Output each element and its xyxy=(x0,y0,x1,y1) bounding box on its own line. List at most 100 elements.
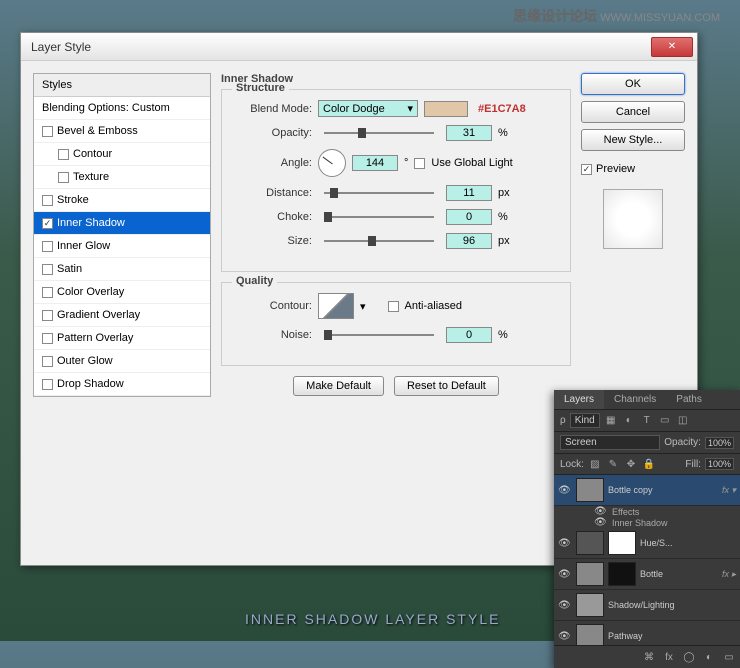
chevron-down-icon[interactable]: ▾ xyxy=(360,300,366,313)
checkbox[interactable] xyxy=(42,379,53,390)
fx-badge[interactable]: fx ▸ xyxy=(722,569,736,580)
layer-row[interactable]: 👁 Hue/S... xyxy=(554,528,740,559)
styles-header[interactable]: Styles xyxy=(34,74,210,97)
filter-adjust-icon[interactable]: ◐ xyxy=(622,414,636,428)
mask-thumbnail[interactable] xyxy=(608,562,636,586)
checkbox[interactable] xyxy=(42,195,53,206)
effect-inner-shadow[interactable]: 👁Inner Shadow xyxy=(554,517,740,528)
effects-label[interactable]: 👁Effects xyxy=(554,506,740,517)
tab-channels[interactable]: Channels xyxy=(604,390,666,409)
tab-paths[interactable]: Paths xyxy=(666,390,712,409)
style-contour[interactable]: Contour xyxy=(34,143,210,166)
antialias-checkbox[interactable] xyxy=(388,301,399,312)
ok-button[interactable]: OK xyxy=(581,73,685,95)
layer-row[interactable]: 👁 Pathway xyxy=(554,621,740,645)
reset-default-button[interactable]: Reset to Default xyxy=(394,376,499,396)
checkbox[interactable] xyxy=(58,149,69,160)
titlebar[interactable]: Layer Style ✕ xyxy=(21,33,697,61)
choke-input[interactable]: 0 xyxy=(446,209,492,225)
filter-pixel-icon[interactable]: ▦ xyxy=(604,414,618,428)
blend-mode-select[interactable]: Color Dodge▾ xyxy=(318,100,418,117)
tab-layers[interactable]: Layers xyxy=(554,390,604,409)
style-bevel[interactable]: Bevel & Emboss xyxy=(34,120,210,143)
fx-badge[interactable]: fx ▾ xyxy=(722,485,736,496)
mask-thumbnail[interactable] xyxy=(608,531,636,555)
style-gradient-overlay[interactable]: Gradient Overlay xyxy=(34,304,210,327)
filter-smart-icon[interactable]: ◫ xyxy=(676,414,690,428)
visibility-icon[interactable]: 👁 xyxy=(558,569,572,580)
visibility-icon[interactable]: 👁 xyxy=(558,631,572,642)
dialog-title: Layer Style xyxy=(31,40,651,54)
blending-options[interactable]: Blending Options: Custom xyxy=(34,97,210,120)
style-stroke[interactable]: Stroke xyxy=(34,189,210,212)
chevron-down-icon: ▾ xyxy=(407,102,413,115)
kind-label: ρ xyxy=(560,415,566,426)
noise-slider[interactable] xyxy=(324,334,434,336)
link-icon[interactable]: ⌘ xyxy=(642,650,656,664)
fx-icon[interactable]: fx xyxy=(662,650,676,664)
new-style-button[interactable]: New Style... xyxy=(581,129,685,151)
visibility-icon[interactable]: 👁 xyxy=(558,600,572,611)
distance-input[interactable]: 11 xyxy=(446,185,492,201)
style-color-overlay[interactable]: Color Overlay xyxy=(34,281,210,304)
style-pattern-overlay[interactable]: Pattern Overlay xyxy=(34,327,210,350)
global-light-checkbox[interactable] xyxy=(414,158,425,169)
noise-input[interactable]: 0 xyxy=(446,327,492,343)
contour-picker[interactable] xyxy=(318,293,354,319)
kind-select[interactable]: Kind xyxy=(570,413,600,428)
folder-icon[interactable]: ▭ xyxy=(722,650,736,664)
opacity-input[interactable]: 31 xyxy=(446,125,492,141)
lock-paint-icon[interactable]: ✎ xyxy=(606,457,620,471)
checkbox[interactable] xyxy=(42,218,53,229)
lock-position-icon[interactable]: ✥ xyxy=(624,457,638,471)
fill-value[interactable]: 100% xyxy=(705,458,734,470)
checkbox[interactable] xyxy=(42,333,53,344)
style-inner-glow[interactable]: Inner Glow xyxy=(34,235,210,258)
lock-transparency-icon[interactable]: ▨ xyxy=(588,457,602,471)
checkbox[interactable] xyxy=(42,356,53,367)
opacity-value[interactable]: 100% xyxy=(705,437,734,449)
size-slider[interactable] xyxy=(324,240,434,242)
styles-list: Styles Blending Options: Custom Bevel & … xyxy=(33,73,211,397)
layer-thumbnail[interactable] xyxy=(576,478,604,502)
layer-thumbnail[interactable] xyxy=(576,593,604,617)
size-input[interactable]: 96 xyxy=(446,233,492,249)
checkbox[interactable] xyxy=(42,264,53,275)
preview-thumbnail xyxy=(603,189,663,249)
style-drop-shadow[interactable]: Drop Shadow xyxy=(34,373,210,396)
style-satin[interactable]: Satin xyxy=(34,258,210,281)
checkbox[interactable] xyxy=(42,126,53,137)
filter-type-icon[interactable]: T xyxy=(640,414,654,428)
cancel-button[interactable]: Cancel xyxy=(581,101,685,123)
layer-row[interactable]: 👁 Bottle copy fx ▾ xyxy=(554,475,740,506)
adjust-icon[interactable]: ◐ xyxy=(702,650,716,664)
adjustment-thumbnail[interactable] xyxy=(576,531,604,555)
style-texture[interactable]: Texture xyxy=(34,166,210,189)
blend-mode-select[interactable]: Screen xyxy=(560,435,660,450)
layer-row[interactable]: 👁 Shadow/Lighting xyxy=(554,590,740,621)
close-button[interactable]: ✕ xyxy=(651,37,693,57)
visibility-icon[interactable]: 👁 xyxy=(558,485,572,496)
checkbox[interactable] xyxy=(42,241,53,252)
distance-slider[interactable] xyxy=(324,192,434,194)
visibility-icon[interactable]: 👁 xyxy=(558,538,572,549)
lock-all-icon[interactable]: 🔒 xyxy=(642,457,656,471)
color-swatch[interactable] xyxy=(424,101,468,117)
angle-input[interactable]: 144 xyxy=(352,155,398,171)
make-default-button[interactable]: Make Default xyxy=(293,376,384,396)
style-inner-shadow[interactable]: Inner Shadow xyxy=(34,212,210,235)
checkbox[interactable] xyxy=(42,287,53,298)
filter-shape-icon[interactable]: ▭ xyxy=(658,414,672,428)
angle-dial[interactable] xyxy=(318,149,346,177)
preview-checkbox[interactable] xyxy=(581,164,592,175)
checkbox[interactable] xyxy=(42,310,53,321)
layer-thumbnail[interactable] xyxy=(576,562,604,586)
style-outer-glow[interactable]: Outer Glow xyxy=(34,350,210,373)
mask-icon[interactable]: ◯ xyxy=(682,650,696,664)
layer-thumbnail[interactable] xyxy=(576,624,604,645)
choke-slider[interactable] xyxy=(324,216,434,218)
opacity-slider[interactable] xyxy=(324,132,434,134)
layer-row[interactable]: 👁 Bottle fx ▸ xyxy=(554,559,740,590)
color-annotation: #E1C7A8 xyxy=(478,103,526,115)
checkbox[interactable] xyxy=(58,172,69,183)
